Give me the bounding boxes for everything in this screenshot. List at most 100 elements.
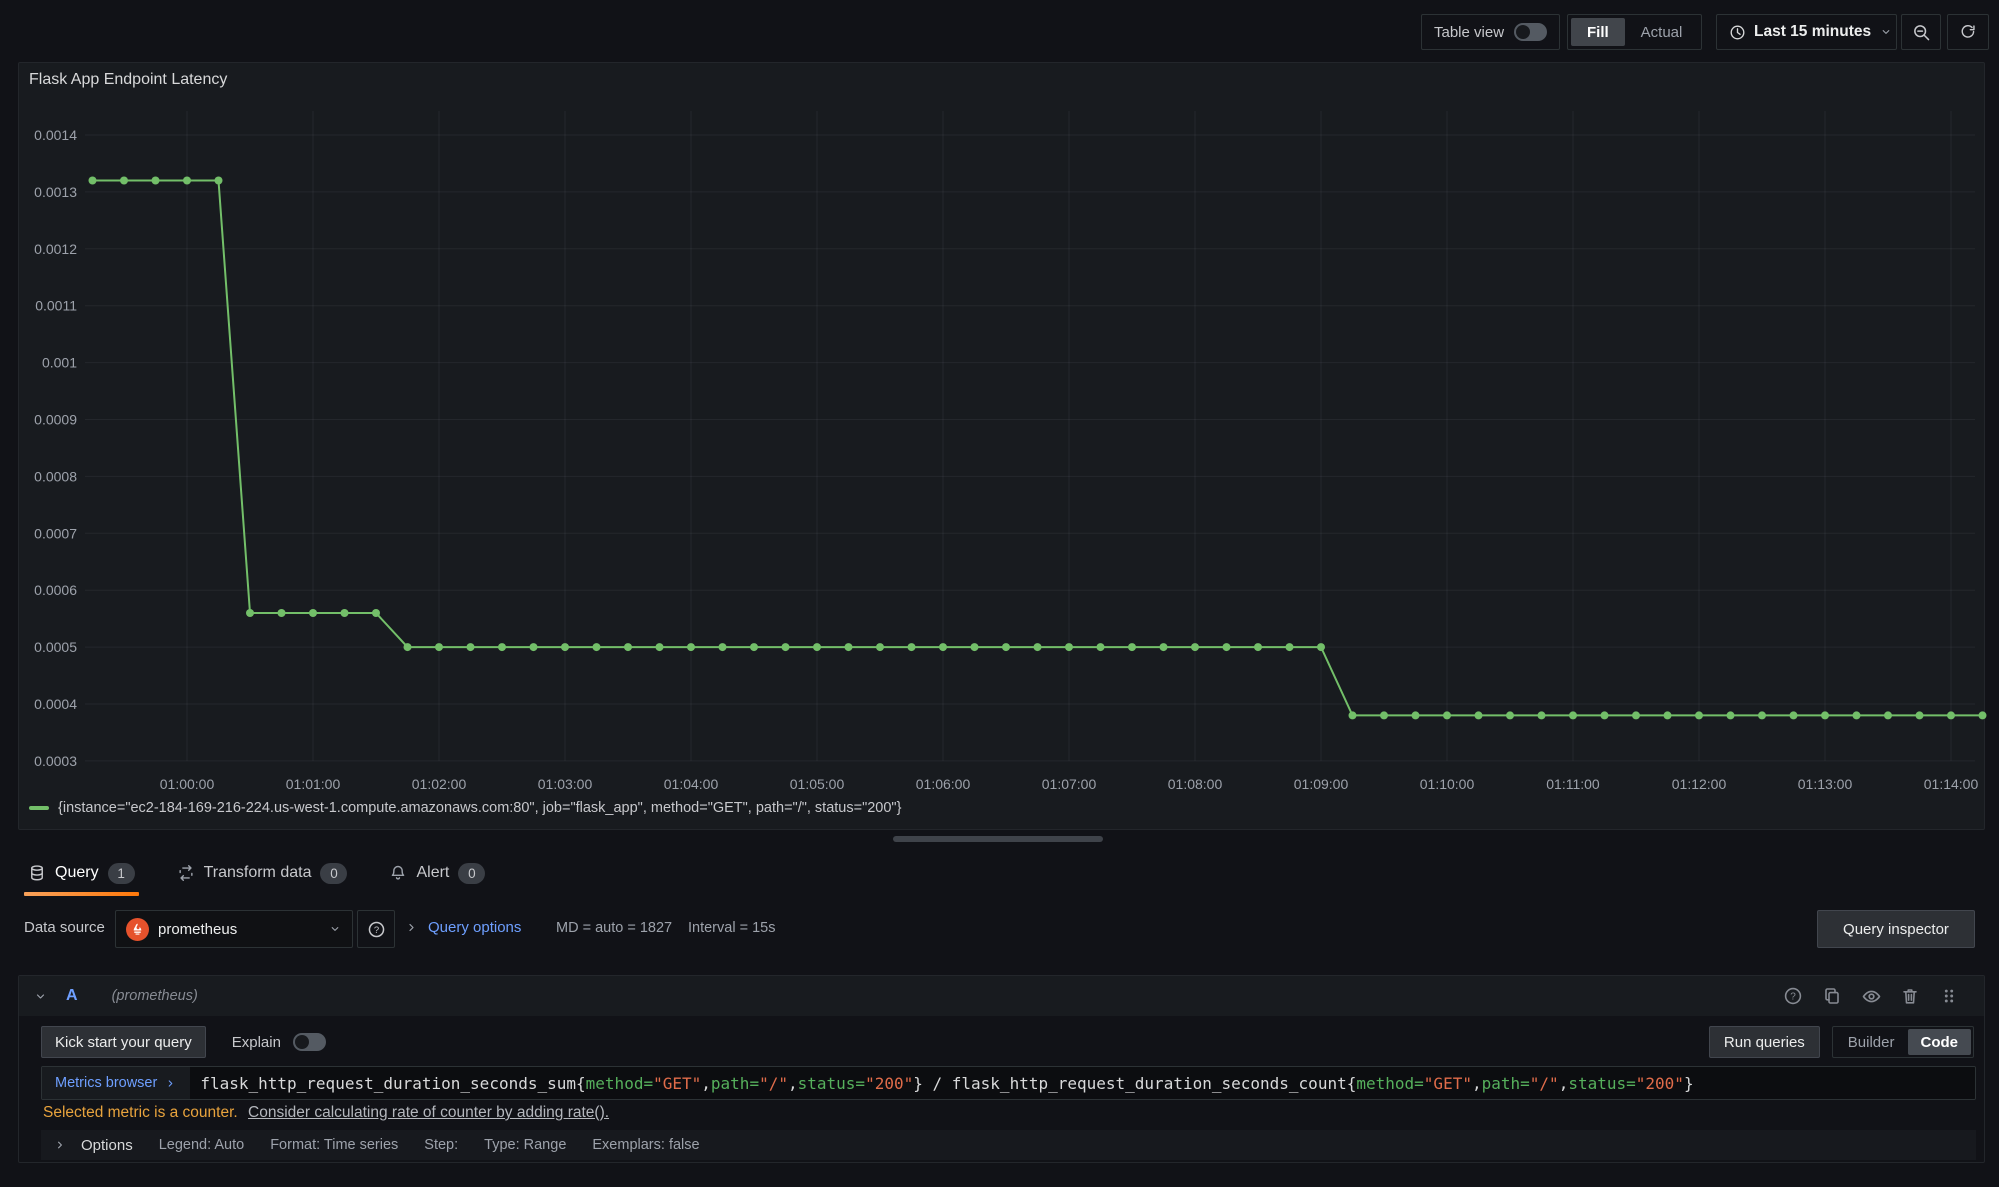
svg-text:0.0003: 0.0003 xyxy=(34,753,77,769)
tab-alert[interactable]: Alert 0 xyxy=(385,850,489,896)
query-options-link[interactable]: Query options xyxy=(428,919,521,936)
svg-text:01:02:00: 01:02:00 xyxy=(412,776,467,792)
svg-text:0.0006: 0.0006 xyxy=(34,582,77,598)
help-circle-icon[interactable]: ? xyxy=(1780,983,1806,1009)
editor-tabs: Query 1 Transform data 0 Alert 0 xyxy=(24,850,489,896)
collapse-chevron-icon[interactable] xyxy=(33,989,48,1004)
latency-series-points xyxy=(89,177,1987,720)
time-range-label: Last 15 minutes xyxy=(1754,23,1871,41)
builder-code-switch: Builder Code xyxy=(1832,1026,1974,1058)
svg-text:01:09:00: 01:09:00 xyxy=(1294,776,1349,792)
chevron-right-icon xyxy=(53,1138,67,1152)
tab-query-label: Query xyxy=(55,864,99,882)
time-range-picker[interactable]: Last 15 minutes xyxy=(1716,14,1897,50)
max-datapoints-value: MD = auto = 1827 xyxy=(556,920,672,936)
svg-text:0.0007: 0.0007 xyxy=(34,525,77,541)
clock-icon xyxy=(1729,24,1746,41)
table-view-label: Table view xyxy=(1434,24,1504,41)
query-options-bar: Options Legend: Auto Format: Time series… xyxy=(41,1130,1976,1160)
transform-icon xyxy=(177,864,195,882)
metrics-browser-button[interactable]: Metrics browser xyxy=(42,1067,190,1099)
tab-query-count: 1 xyxy=(108,863,135,884)
svg-text:01:07:00: 01:07:00 xyxy=(1042,776,1097,792)
svg-text:0.001: 0.001 xyxy=(42,355,77,371)
option-exemplars: Exemplars: false xyxy=(592,1137,699,1153)
tab-transform-count: 0 xyxy=(320,863,347,884)
builder-button[interactable]: Builder xyxy=(1835,1029,1908,1055)
query-header[interactable]: A (prometheus) ? xyxy=(19,976,1984,1016)
tab-query[interactable]: Query 1 xyxy=(24,850,139,896)
warning-rate-link[interactable]: Consider calculating rate of counter by … xyxy=(248,1104,609,1121)
option-format: Format: Time series xyxy=(270,1137,398,1153)
chevron-right-icon xyxy=(164,1077,177,1090)
run-queries-button[interactable]: Run queries xyxy=(1709,1026,1820,1058)
svg-text:01:08:00: 01:08:00 xyxy=(1168,776,1223,792)
svg-text:01:01:00: 01:01:00 xyxy=(286,776,341,792)
latency-panel: Flask App Endpoint Latency 0.00140.00130… xyxy=(18,62,1985,830)
svg-text:0.0009: 0.0009 xyxy=(34,412,77,428)
counter-warning: Selected metric is a counter. Consider c… xyxy=(43,1104,609,1122)
drag-handle-icon[interactable] xyxy=(1936,983,1962,1009)
table-view-toggle[interactable] xyxy=(1514,23,1547,41)
fill-button[interactable]: Fill xyxy=(1571,18,1625,46)
toggle-visibility-icon[interactable] xyxy=(1858,983,1884,1009)
options-label: Options xyxy=(81,1137,133,1154)
svg-text:01:14:00: 01:14:00 xyxy=(1924,776,1979,792)
svg-text:01:11:00: 01:11:00 xyxy=(1546,776,1600,792)
delete-query-icon[interactable] xyxy=(1897,983,1923,1009)
warning-text: Selected metric is a counter. xyxy=(43,1104,238,1121)
query-toolbar-row: Kick start your query Explain Run querie… xyxy=(41,1026,1974,1058)
svg-text:01:12:00: 01:12:00 xyxy=(1672,776,1727,792)
svg-text:?: ? xyxy=(1790,992,1796,1003)
query-header-actions: ? xyxy=(1780,983,1962,1009)
chart-legend[interactable]: {instance="ec2-184-169-216-224.us-west-1… xyxy=(29,800,901,816)
latency-chart[interactable]: 0.00140.00130.00120.00110.0010.00090.000… xyxy=(19,63,1986,793)
svg-text:01:06:00: 01:06:00 xyxy=(916,776,971,792)
svg-text:01:10:00: 01:10:00 xyxy=(1420,776,1475,792)
zoom-out-icon xyxy=(1912,23,1931,42)
series-label: {instance="ec2-184-169-216-224.us-west-1… xyxy=(58,800,901,816)
code-button[interactable]: Code xyxy=(1908,1029,1972,1055)
svg-text:01:05:00: 01:05:00 xyxy=(790,776,845,792)
option-step: Step: xyxy=(424,1137,458,1153)
svg-text:?: ? xyxy=(373,924,378,935)
tab-alert-count: 0 xyxy=(458,863,485,884)
svg-text:01:13:00: 01:13:00 xyxy=(1798,776,1853,792)
svg-text:01:04:00: 01:04:00 xyxy=(664,776,719,792)
zoom-out-button[interactable] xyxy=(1901,14,1941,50)
svg-text:0.0011: 0.0011 xyxy=(35,298,77,314)
svg-text:0.0004: 0.0004 xyxy=(34,696,77,712)
chevron-right-icon xyxy=(404,920,419,935)
datasource-help-button[interactable]: ? xyxy=(357,910,395,948)
tab-alert-label: Alert xyxy=(416,864,449,882)
tab-transform-data[interactable]: Transform data 0 xyxy=(173,850,352,896)
svg-text:0.0005: 0.0005 xyxy=(34,639,77,655)
kick-start-query-button[interactable]: Kick start your query xyxy=(41,1026,206,1058)
promql-expression-input[interactable]: flask_http_request_duration_seconds_sum{… xyxy=(190,1067,1975,1099)
y-axis-labels: 0.00140.00130.00120.00110.0010.00090.000… xyxy=(34,127,77,769)
datasource-value: prometheus xyxy=(158,921,319,938)
query-editor-card: A (prometheus) ? Kick start your query E… xyxy=(18,975,1985,1163)
datasource-label: Data source xyxy=(24,919,105,936)
editor-resize-handle[interactable] xyxy=(893,836,1103,842)
datasource-picker[interactable]: prometheus xyxy=(115,910,353,948)
option-type: Type: Range xyxy=(484,1137,566,1153)
refresh-button[interactable] xyxy=(1947,14,1989,50)
query-datasource-hint: (prometheus) xyxy=(112,988,198,1004)
bell-icon xyxy=(389,864,407,882)
duplicate-query-icon[interactable] xyxy=(1819,983,1845,1009)
svg-text:0.0013: 0.0013 xyxy=(34,184,77,200)
chevron-down-icon xyxy=(1879,25,1893,39)
query-ref-id[interactable]: A xyxy=(66,987,78,1005)
options-expander[interactable]: Options xyxy=(53,1137,133,1154)
help-circle-icon: ? xyxy=(367,920,386,939)
chevron-down-icon xyxy=(328,922,342,936)
promql-editor-row: Metrics browser flask_http_request_durat… xyxy=(41,1066,1976,1100)
explain-toggle[interactable] xyxy=(293,1033,326,1051)
option-legend: Legend: Auto xyxy=(159,1137,244,1153)
query-inspector-button[interactable]: Query inspector xyxy=(1817,910,1975,948)
x-axis-labels: 01:00:0001:01:0001:02:0001:03:0001:04:00… xyxy=(160,776,1979,792)
database-icon xyxy=(28,864,46,882)
tab-transform-label: Transform data xyxy=(204,864,312,882)
actual-button[interactable]: Actual xyxy=(1625,18,1699,46)
